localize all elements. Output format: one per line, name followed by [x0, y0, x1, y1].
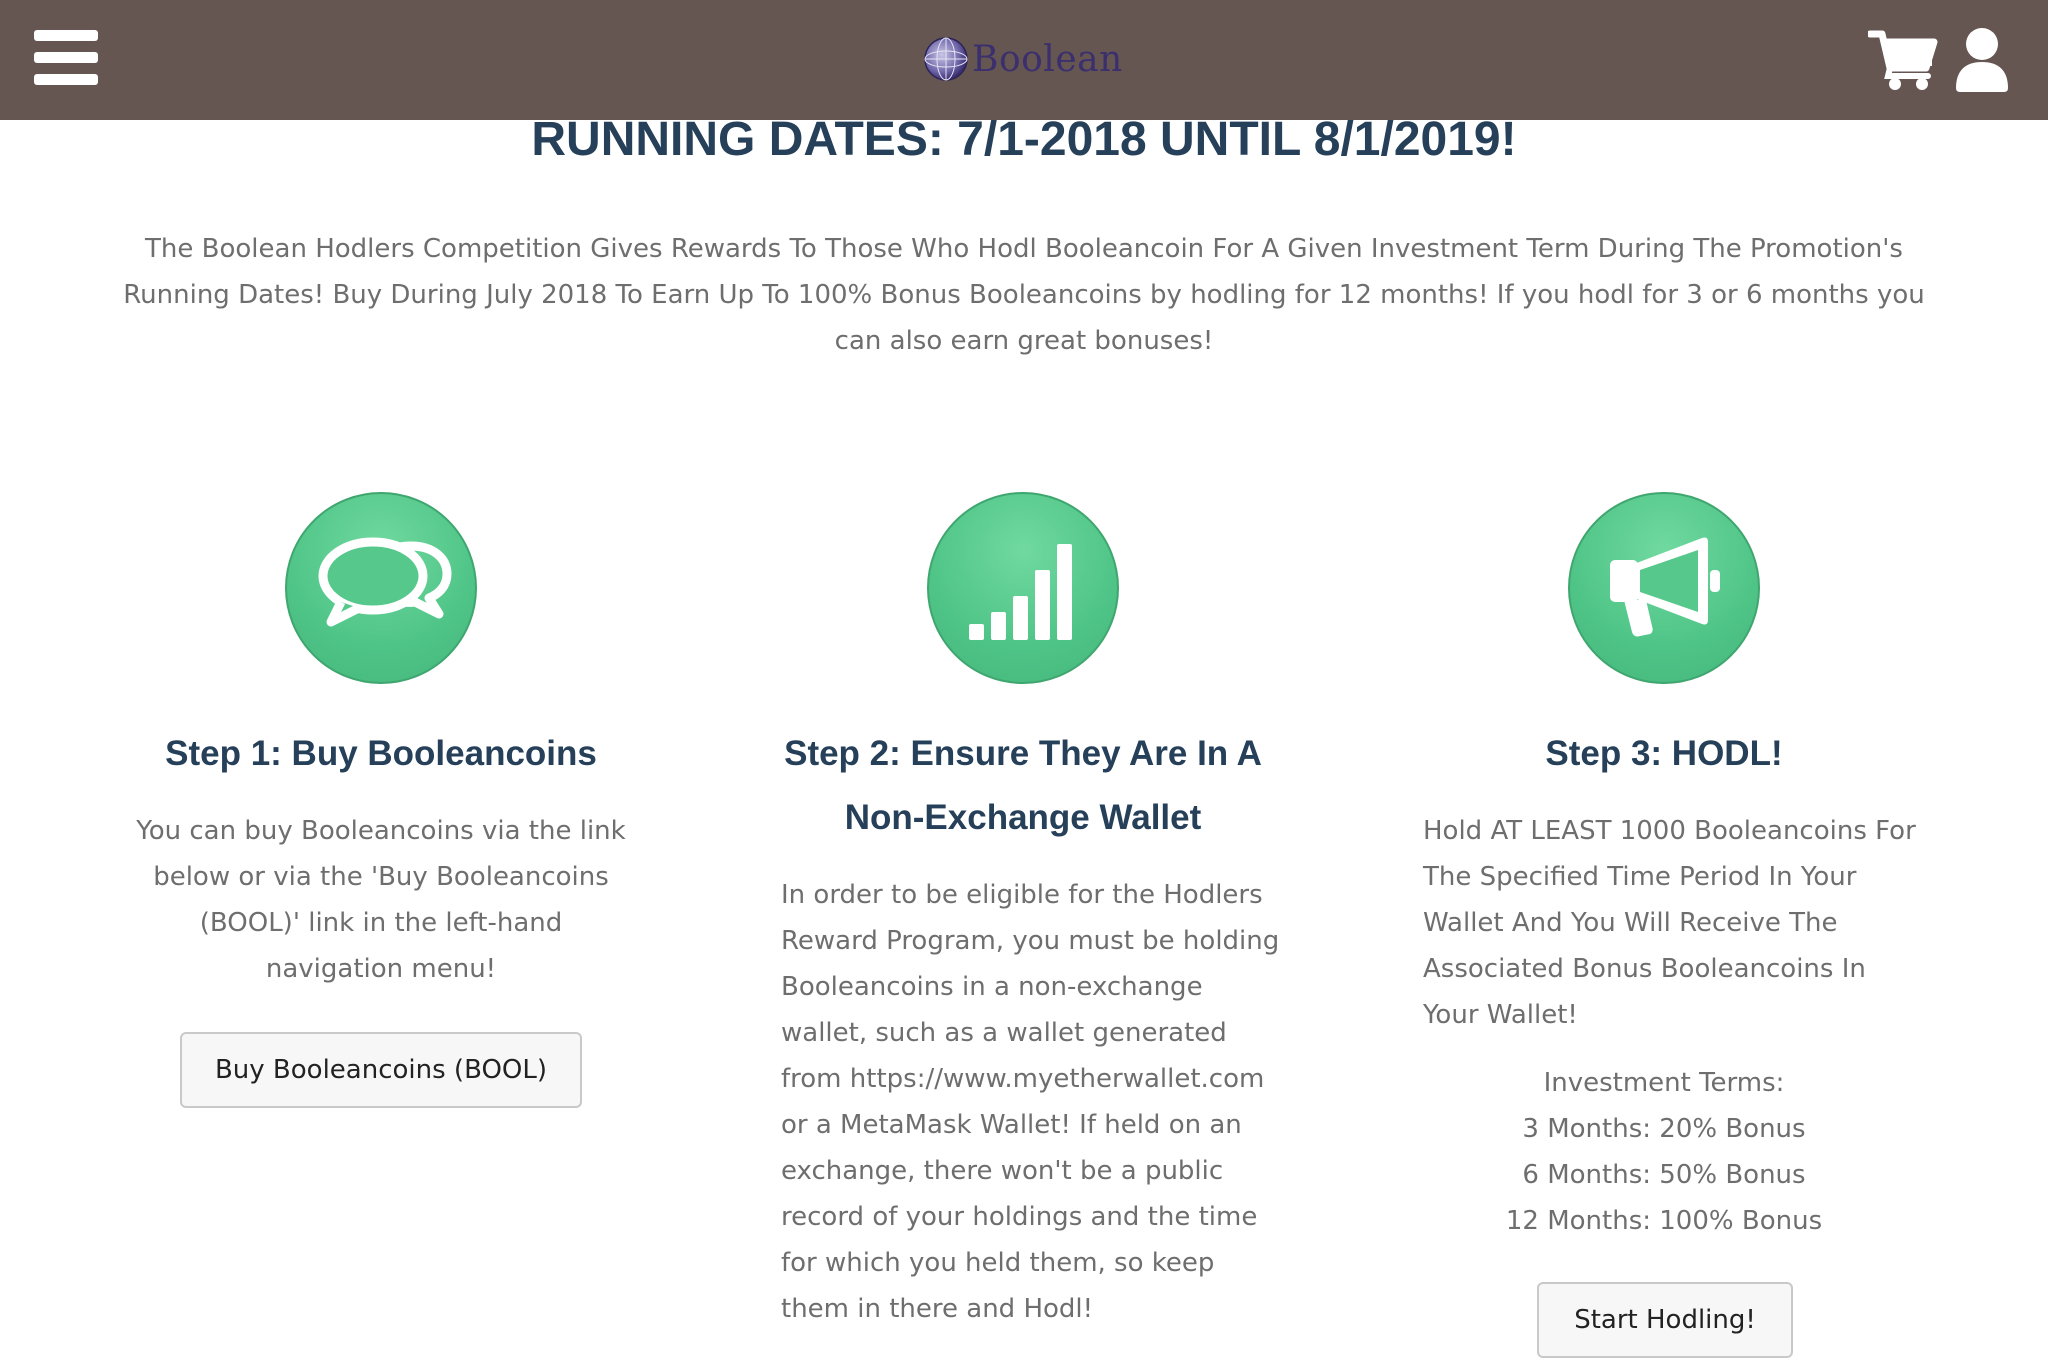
- step-2-icon-circle: [927, 492, 1119, 684]
- logo-text: Boolean: [972, 38, 1123, 80]
- step-1-title: Step 1: Buy Booleancoins: [165, 734, 597, 773]
- hamburger-menu-icon[interactable]: [34, 30, 98, 86]
- step-1-icon-circle: [285, 492, 477, 684]
- site-logo[interactable]: Boolean: [922, 34, 1123, 84]
- step-2-title: Step 2: Ensure They Are In A Non-Exchang…: [784, 734, 1262, 837]
- top-navigation-bar: Boolean: [0, 0, 2048, 120]
- start-hodling-button[interactable]: Start Hodling!: [1537, 1282, 1793, 1358]
- step-3-description: Hold AT LEAST 1000 Booleancoins For The …: [1423, 816, 1916, 1030]
- step-2-description: In order to be eligible for the Hodlers …: [781, 880, 1280, 1324]
- step-1-description: You can buy Booleancoins via the link be…: [136, 816, 626, 984]
- intro-paragraph: The Boolean Hodlers Competition Gives Re…: [123, 234, 1925, 356]
- investment-term-item: 3 Months: 20% Bonus: [1522, 1114, 1806, 1144]
- step-3-icon-circle: [1568, 492, 1760, 684]
- chat-bubbles-icon: [318, 537, 452, 627]
- investment-term-item: 6 Months: 50% Bonus: [1522, 1160, 1806, 1190]
- globe-logo-icon: [924, 37, 968, 81]
- shopping-cart-icon[interactable]: [1868, 28, 1938, 92]
- investment-terms-heading: Investment Terms:: [1543, 1068, 1785, 1098]
- megaphone-icon: [1610, 537, 1720, 637]
- user-account-icon[interactable]: [1954, 26, 2010, 94]
- step-3-title: Step 3: HODL!: [1545, 734, 1783, 773]
- investment-terms: Investment Terms: 3 Months: 20% Bonus 6 …: [1384, 1060, 1944, 1244]
- running-dates-headline: RUNNING DATES: 7/1-2018 UNTIL 8/1/2019!: [531, 113, 1517, 166]
- investment-term-item: 12 Months: 100% Bonus: [1505, 1206, 1823, 1236]
- buy-booleancoins-button[interactable]: Buy Booleancoins (BOOL): [180, 1032, 582, 1108]
- signal-bars-icon: [969, 544, 1072, 640]
